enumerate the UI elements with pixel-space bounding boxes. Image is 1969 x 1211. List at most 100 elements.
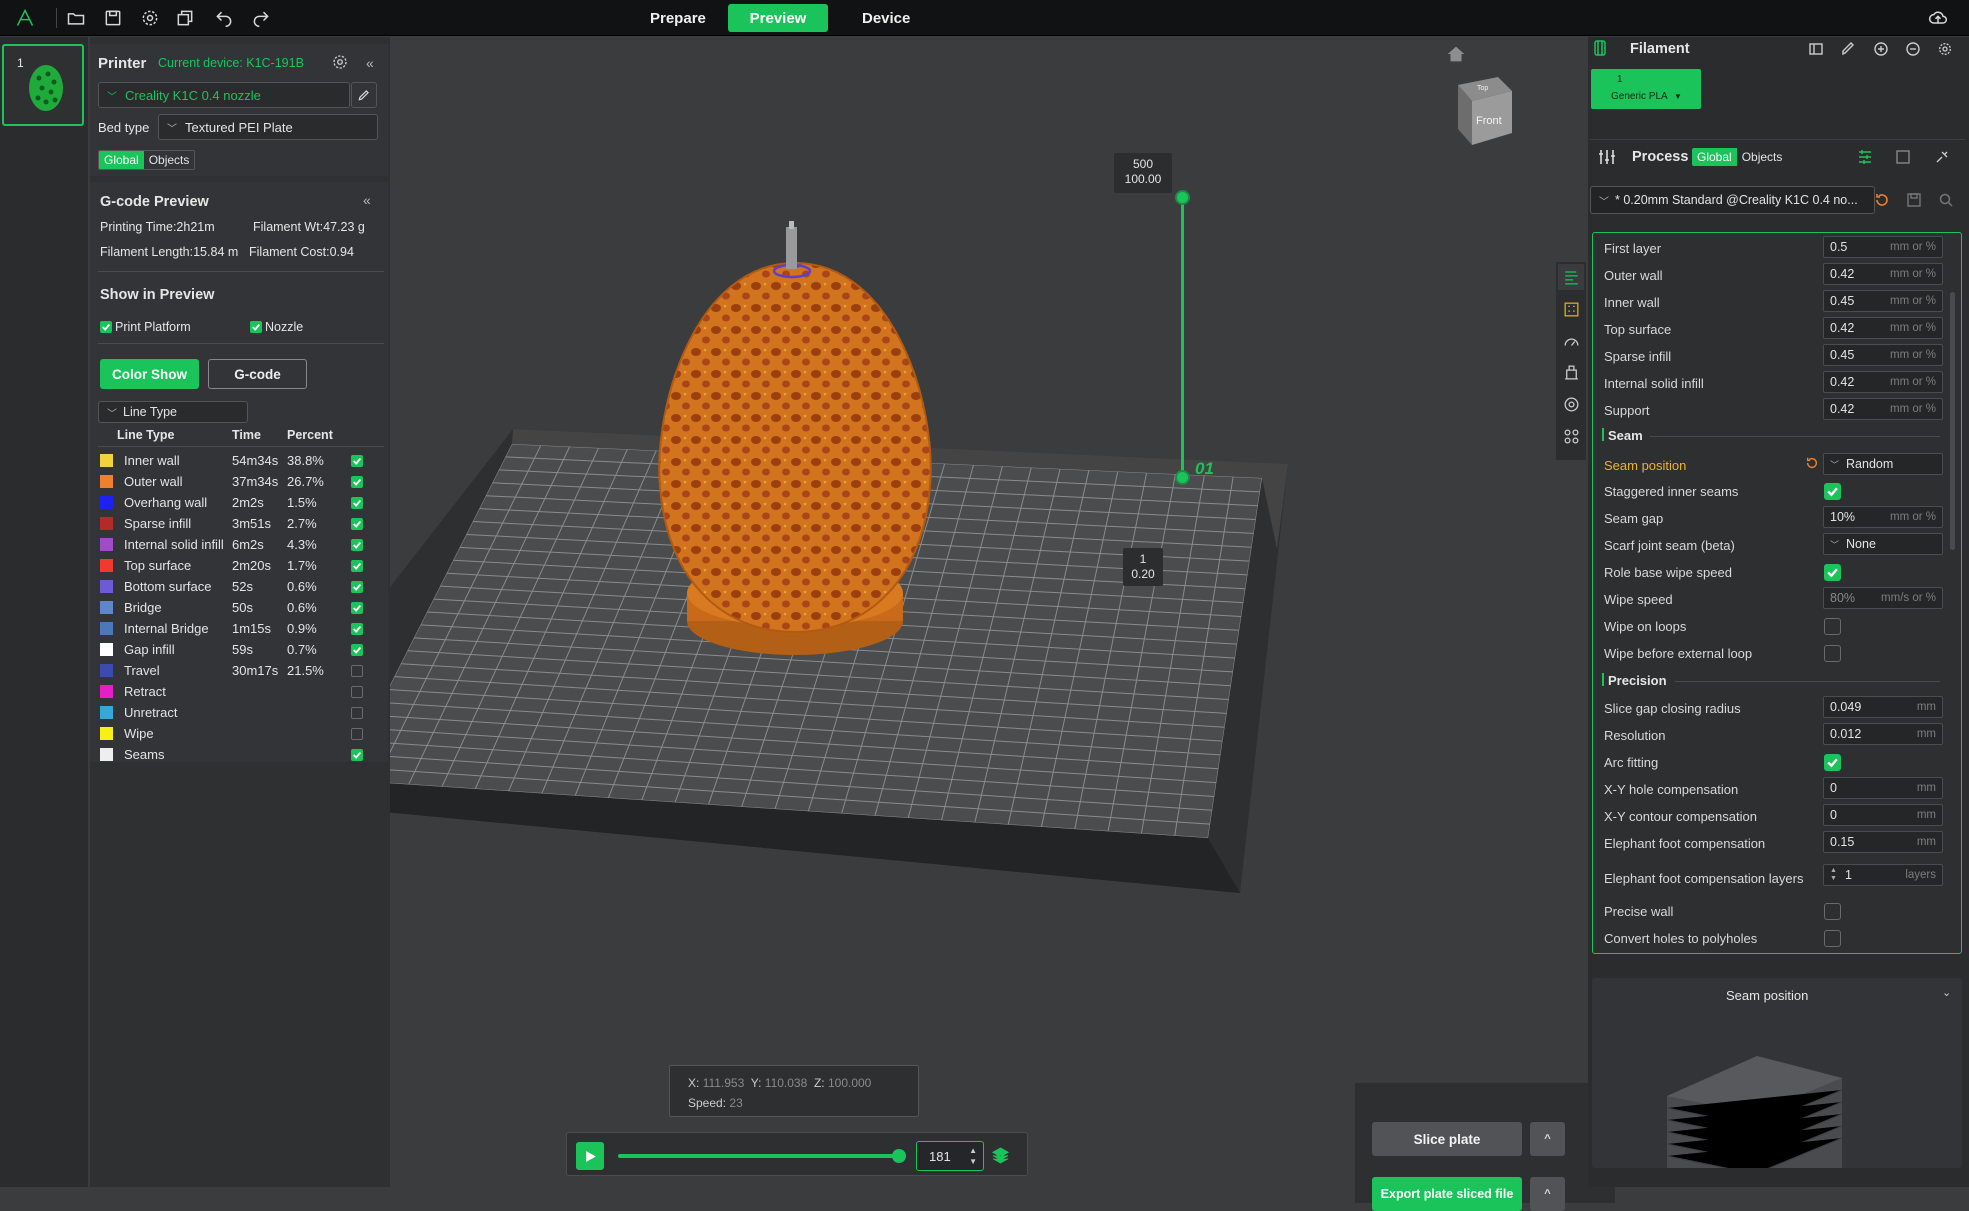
color-show-button[interactable]: Color Show bbox=[100, 359, 199, 389]
remove-filament-icon[interactable] bbox=[1905, 41, 1921, 57]
role-wipe-checkbox[interactable] bbox=[1824, 564, 1841, 581]
slice-plate-button[interactable]: Slice plate bbox=[1372, 1122, 1522, 1156]
line-width-input[interactable]: 0.45 mm or % bbox=[1823, 344, 1943, 366]
copy-icon[interactable] bbox=[172, 5, 198, 31]
line-width-input[interactable]: 0.42 mm or % bbox=[1823, 398, 1943, 420]
stepper-arrows-icon[interactable]: ▲ ▼ bbox=[969, 1145, 977, 1167]
line-type-visibility-checkbox[interactable] bbox=[351, 706, 363, 719]
line-type-visibility-checkbox[interactable] bbox=[351, 664, 363, 677]
settings-gear-icon[interactable] bbox=[137, 5, 163, 31]
save-icon[interactable] bbox=[100, 5, 126, 31]
line-type-visibility-checkbox[interactable] bbox=[351, 643, 363, 656]
wipe-before-checkbox[interactable] bbox=[1824, 645, 1841, 662]
print-platform-toggle[interactable]: Print Platform bbox=[100, 320, 191, 334]
printer-preset-select[interactable]: ﹀ Creality K1C 0.4 nozzle bbox=[98, 82, 350, 108]
slice-gap-input[interactable]: 0.049 mm bbox=[1823, 696, 1943, 718]
open-folder-icon[interactable] bbox=[63, 5, 89, 31]
collapse-chevron-icon[interactable]: « bbox=[366, 55, 374, 71]
line-width-input[interactable]: 0.45 mm or % bbox=[1823, 290, 1943, 312]
line-type-select[interactable]: ﹀ Line Type bbox=[98, 401, 248, 423]
line-type-visibility-checkbox[interactable] bbox=[351, 580, 363, 593]
line-width-input[interactable]: 0.5 mm or % bbox=[1823, 236, 1943, 258]
scope-objects[interactable]: Objects bbox=[144, 151, 195, 169]
multimaterial-tab-icon[interactable] bbox=[1558, 391, 1584, 417]
support-tab-icon[interactable] bbox=[1558, 359, 1584, 385]
undo-icon[interactable] bbox=[211, 5, 237, 31]
view-cube[interactable]: Top Front bbox=[1450, 75, 1520, 147]
line-width-input[interactable]: 0.42 mm or % bbox=[1823, 263, 1943, 285]
advanced-list-icon[interactable] bbox=[1857, 149, 1873, 165]
filament-edit-icon[interactable] bbox=[1840, 41, 1856, 57]
efc-layers-stepper[interactable]: ▲ ▼ 1 layers bbox=[1823, 864, 1943, 886]
convert-holes-checkbox[interactable] bbox=[1824, 930, 1841, 947]
layer-slider-bottom-handle[interactable] bbox=[1175, 470, 1190, 485]
help-collapse-chevron-icon[interactable]: ⌄ bbox=[1942, 986, 1951, 999]
slice-options-chevron-up-icon[interactable]: ^ bbox=[1530, 1122, 1565, 1156]
reset-preset-icon[interactable] bbox=[1874, 192, 1890, 208]
line-type-visibility-checkbox[interactable] bbox=[351, 685, 363, 698]
line-type-visibility-checkbox[interactable] bbox=[351, 538, 363, 551]
layer-slider-top-handle[interactable] bbox=[1175, 190, 1190, 205]
tab-prepare[interactable]: Prepare bbox=[632, 4, 724, 32]
process-scope-objects[interactable]: Objects bbox=[1737, 148, 1788, 166]
edit-printer-button[interactable] bbox=[351, 82, 377, 108]
line-type-visibility-checkbox[interactable] bbox=[351, 622, 363, 635]
filament-slot-1[interactable]: 1 Generic PLA ▼ bbox=[1591, 69, 1701, 109]
scope-global[interactable]: Global bbox=[99, 151, 144, 169]
line-type-visibility-checkbox[interactable] bbox=[351, 727, 363, 740]
printer-settings-gear-icon[interactable] bbox=[331, 53, 349, 71]
filament-settings-gear-icon[interactable] bbox=[1937, 41, 1953, 57]
strength-tab-icon[interactable] bbox=[1558, 296, 1584, 322]
efc-input[interactable]: 0.15 mm bbox=[1823, 831, 1943, 853]
export-options-chevron-up-icon[interactable]: ^ bbox=[1530, 1177, 1565, 1211]
3d-viewport[interactable]: 01 Top Front 500 100.00 1 0.20 X: 111.95… bbox=[227, 37, 1615, 1211]
xy-hole-input[interactable]: 0 mm bbox=[1823, 777, 1943, 799]
line-type-visibility-checkbox[interactable] bbox=[351, 517, 363, 530]
stepper-arrows-icon[interactable]: ▲ ▼ bbox=[1830, 867, 1837, 883]
quality-tab-icon[interactable] bbox=[1558, 264, 1584, 290]
line-width-input[interactable]: 0.42 mm or % bbox=[1823, 371, 1943, 393]
line-type-visibility-checkbox[interactable] bbox=[351, 496, 363, 509]
tab-device[interactable]: Device bbox=[844, 4, 928, 32]
home-view-icon[interactable] bbox=[1445, 43, 1467, 65]
seam-position-select[interactable]: ﹀ Random bbox=[1823, 453, 1943, 475]
nozzle-toggle[interactable]: Nozzle bbox=[250, 320, 303, 334]
compare-icon[interactable] bbox=[1895, 149, 1911, 165]
scarf-seam-select[interactable]: ﹀ None bbox=[1823, 533, 1943, 555]
line-width-input[interactable]: 0.42 mm or % bbox=[1823, 317, 1943, 339]
process-settings-icon[interactable] bbox=[1934, 149, 1950, 165]
line-type-visibility-checkbox[interactable] bbox=[351, 475, 363, 488]
resolution-input[interactable]: 0.012 mm bbox=[1823, 723, 1943, 745]
bed-type-select[interactable]: ﹀ Textured PEI Plate bbox=[158, 114, 378, 140]
precise-wall-checkbox[interactable] bbox=[1824, 903, 1841, 920]
move-value-stepper[interactable]: 181 ▲ ▼ bbox=[916, 1141, 984, 1171]
speed-tab-icon[interactable] bbox=[1558, 328, 1584, 354]
line-type-visibility-checkbox[interactable] bbox=[351, 601, 363, 614]
layer-slider-track[interactable] bbox=[1181, 197, 1184, 477]
layers-stack-icon[interactable] bbox=[991, 1147, 1010, 1164]
redo-icon[interactable] bbox=[248, 5, 274, 31]
wipe-speed-input[interactable]: 80% mm/s or % bbox=[1823, 587, 1943, 609]
tab-preview[interactable]: Preview bbox=[728, 4, 828, 32]
reset-seam-icon[interactable] bbox=[1805, 456, 1819, 470]
line-type-visibility-checkbox[interactable] bbox=[351, 559, 363, 572]
egg-model[interactable] bbox=[658, 261, 932, 634]
plate-thumbnail[interactable]: 1 bbox=[2, 44, 84, 126]
filament-sync-icon[interactable] bbox=[1808, 41, 1824, 57]
seam-gap-input[interactable]: 10% mm or % bbox=[1823, 506, 1943, 528]
line-type-visibility-checkbox[interactable] bbox=[351, 454, 363, 467]
staggered-seams-checkbox[interactable] bbox=[1824, 483, 1841, 500]
save-preset-icon[interactable] bbox=[1906, 192, 1922, 208]
export-sliced-file-button[interactable]: Export plate sliced file bbox=[1372, 1177, 1522, 1211]
process-preset-select[interactable]: ﹀ * 0.20mm Standard @Creality K1C 0.4 no… bbox=[1590, 186, 1875, 214]
others-tab-icon[interactable] bbox=[1558, 423, 1584, 449]
settings-scrollbar[interactable] bbox=[1950, 292, 1955, 550]
gcode-view-button[interactable]: G-code bbox=[208, 359, 307, 389]
collapse-gcode-chevron-icon[interactable]: « bbox=[363, 192, 371, 208]
search-settings-icon[interactable] bbox=[1938, 192, 1954, 208]
add-filament-icon[interactable] bbox=[1873, 41, 1889, 57]
play-button[interactable] bbox=[576, 1142, 604, 1170]
arc-fitting-checkbox[interactable] bbox=[1824, 754, 1841, 771]
cloud-upload-icon[interactable] bbox=[1925, 5, 1951, 31]
wipe-loops-checkbox[interactable] bbox=[1824, 618, 1841, 635]
